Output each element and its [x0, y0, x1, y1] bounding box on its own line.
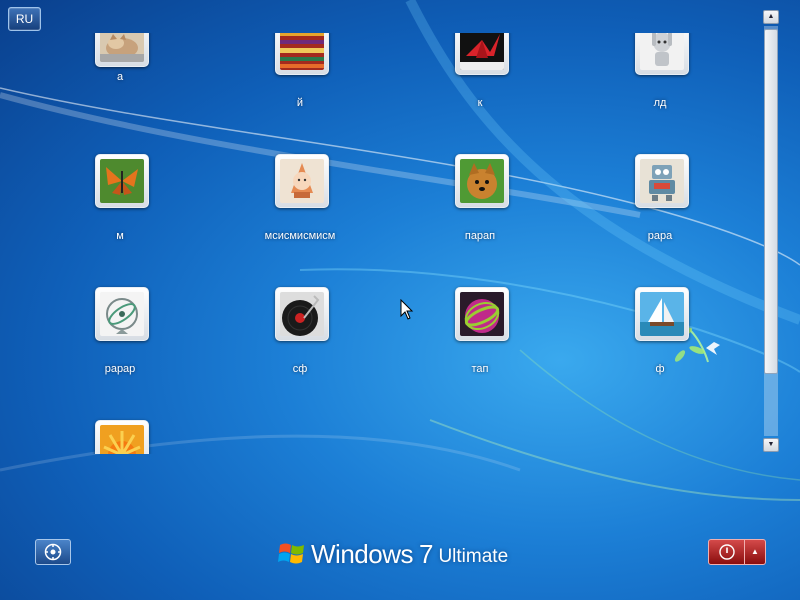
- vinyl-record-picture: [280, 292, 324, 336]
- user-picture-frame: [635, 287, 689, 341]
- user-picture-frame: [275, 154, 329, 208]
- user-tile[interactable]: парап: [390, 146, 570, 256]
- ease-of-access-icon: [44, 543, 62, 561]
- user-name: а: [116, 71, 124, 83]
- user-picture-frame: [455, 33, 509, 75]
- user-picture-frame: [275, 287, 329, 341]
- robot-figure-picture: [640, 33, 684, 70]
- user-picture-frame: [95, 287, 149, 341]
- butterfly-picture: [100, 159, 144, 203]
- windows-branding: Windows 7 Ultimate: [277, 537, 508, 571]
- user-name: й: [296, 97, 304, 109]
- shutdown-controls: ▲: [708, 539, 766, 565]
- user-name: ф: [655, 363, 665, 375]
- kitten-picture: [100, 33, 144, 62]
- user-picture-frame: [455, 154, 509, 208]
- scroll-thumb[interactable]: [764, 29, 778, 374]
- user-tile-list: а й к лд м мсисмисмисм парап рара рарар …: [0, 33, 762, 454]
- user-picture-frame: [275, 33, 329, 75]
- flower-picture: [100, 425, 144, 454]
- puppy-picture: [460, 159, 504, 203]
- scroll-up-button[interactable]: ▲: [763, 10, 779, 24]
- product-edition: Ultimate: [438, 545, 509, 567]
- ease-of-access-button[interactable]: [35, 539, 71, 565]
- gyroscope-picture: [100, 292, 144, 336]
- origami-crane-picture: [460, 33, 504, 70]
- shutdown-button[interactable]: [708, 539, 745, 565]
- shutdown-options-button[interactable]: ▲: [745, 539, 766, 565]
- user-tile[interactable]: м: [30, 146, 210, 256]
- product-name: Windows: [311, 538, 413, 569]
- user-tile[interactable]: ф: [570, 279, 750, 389]
- product-version: 7: [418, 538, 434, 569]
- user-tile[interactable]: к: [390, 33, 570, 123]
- user-picture-frame: [635, 154, 689, 208]
- user-tile[interactable]: сф: [210, 279, 390, 389]
- user-name: мсисмисмисм: [264, 230, 336, 242]
- language-button[interactable]: RU: [8, 7, 41, 31]
- sailboat-picture: [640, 292, 684, 336]
- user-picture-frame: [635, 33, 689, 75]
- user-tile[interactable]: лд: [570, 33, 750, 123]
- user-tile[interactable]: а: [30, 33, 210, 123]
- user-name: лд: [653, 97, 667, 109]
- robot-toy-picture: [640, 159, 684, 203]
- user-name: рарар: [104, 363, 136, 375]
- user-tile[interactable]: й: [210, 33, 390, 123]
- user-name: к: [477, 97, 483, 109]
- user-tile[interactable]: тап: [390, 279, 570, 389]
- user-tile[interactable]: [30, 412, 210, 454]
- mouse-pointer-icon: [400, 299, 414, 320]
- user-tile[interactable]: мсисмисмисм: [210, 146, 390, 256]
- striped-fabric-picture: [280, 33, 324, 70]
- user-name: м: [116, 230, 124, 242]
- scroll-down-button[interactable]: ▼: [763, 438, 779, 452]
- user-name: сф: [292, 363, 308, 375]
- ball-picture: [460, 292, 504, 336]
- user-tile[interactable]: рара: [570, 146, 750, 256]
- user-name: парап: [464, 230, 496, 242]
- user-picture-frame: [95, 33, 149, 67]
- user-name: тап: [471, 363, 489, 375]
- user-picture-frame: [455, 287, 509, 341]
- user-tile[interactable]: рарар: [30, 279, 210, 389]
- scrollbar[interactable]: ▲ ▼: [763, 10, 779, 454]
- user-picture-frame: [95, 420, 149, 454]
- user-name: рара: [647, 230, 673, 242]
- doll-picture: [280, 159, 324, 203]
- windows-flag-icon: [278, 543, 304, 564]
- power-icon: [718, 544, 735, 560]
- user-picture-frame: [95, 154, 149, 208]
